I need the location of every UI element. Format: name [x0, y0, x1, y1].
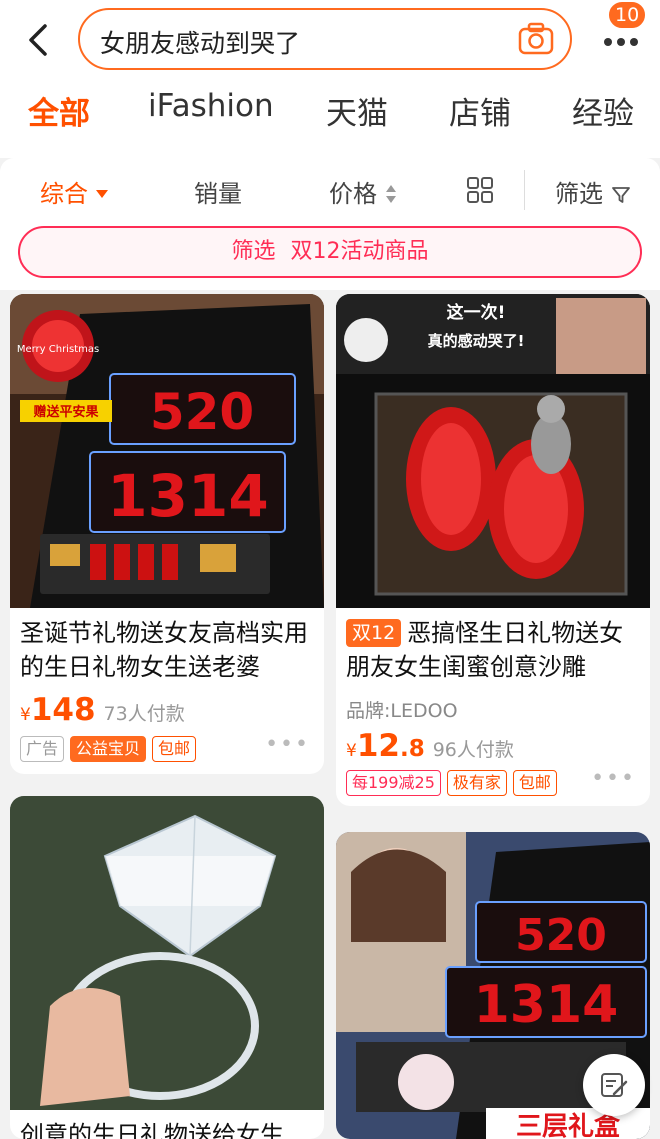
ad-tag: 广告: [20, 736, 65, 762]
promo-row: 筛选 双12活动商品: [0, 222, 660, 290]
promo-label: 双12活动商品: [290, 239, 429, 264]
jiyoujia-tag: 极有家: [446, 770, 507, 796]
filter-button[interactable]: 筛选: [555, 174, 631, 209]
svg-text:1314: 1314: [107, 462, 268, 530]
sort-comprehensive-label: 综合: [40, 180, 88, 208]
header: 女朋友感动到哭了 10 全部 iFashion 天猫 店铺 经验: [0, 0, 660, 158]
filter-funnel-icon: [611, 187, 630, 203]
charity-tag: 公益宝贝: [70, 736, 147, 762]
diamond-ring-image: [10, 796, 324, 1110]
price-decimal: .8: [399, 736, 425, 762]
price-value: 148: [30, 692, 96, 728]
tab-all[interactable]: 全部: [28, 88, 90, 133]
brand-label: 品牌:LEDOO: [346, 700, 458, 722]
sort-updown-icon: [385, 185, 396, 203]
search-query: 女朋友感动到哭了: [100, 29, 301, 58]
tab-shops[interactable]: 店铺: [449, 88, 511, 133]
sort-bar: 综合 销量 价格 筛选: [0, 158, 660, 222]
product-image[interactable]: [10, 796, 324, 1110]
product-image[interactable]: 520 1314 Merry Christmas 赠送平安果: [10, 294, 324, 608]
more-options-icon[interactable]: •••: [265, 732, 310, 757]
filter-label: 筛选: [555, 180, 603, 208]
camera-icon[interactable]: [518, 22, 554, 56]
product-title[interactable]: 创意的生日礼物送给女生: [20, 1118, 314, 1139]
search-input[interactable]: 女朋友感动到哭了: [78, 8, 572, 70]
feedback-button[interactable]: [583, 1054, 645, 1116]
product-card[interactable]: 这一次! 真的感动哭了! 双12 恶搞怪生日礼物送女朋友女生闺蜜创意沙雕 品牌:L…: [336, 294, 650, 806]
free-shipping-tag: 包邮: [152, 736, 197, 762]
sort-price-label: 价格: [329, 180, 377, 208]
image-text-once: 这一次!: [447, 302, 506, 323]
slippers-box-image: 这一次! 真的感动哭了!: [336, 294, 650, 608]
product-card[interactable]: 520 1314 Merry Christmas 赠送平安果 圣诞节礼物送女友高…: [10, 294, 324, 774]
edit-note-icon: [601, 1073, 628, 1097]
svg-text:520: 520: [515, 910, 607, 961]
grid-view-icon[interactable]: [466, 176, 494, 204]
tab-bar: 全部 iFashion 天猫 店铺 经验: [0, 84, 660, 144]
sort-price[interactable]: 价格: [329, 174, 397, 209]
product-title[interactable]: 圣诞节礼物送女友高档实用的生日礼物女生送老婆: [20, 616, 314, 684]
currency-symbol: ¥: [346, 741, 357, 761]
product-image[interactable]: 这一次! 真的感动哭了!: [336, 294, 650, 608]
sold-count: 96人付款: [432, 739, 514, 761]
tag-row: 每199减25 极有家 包邮: [346, 770, 563, 796]
price-row: ¥12.8 96人付款: [346, 728, 514, 764]
price-row: ¥148 73人付款: [20, 692, 185, 728]
promo-prefix: 筛选: [231, 239, 276, 264]
promo-filter-button[interactable]: 筛选 双12活动商品: [18, 226, 642, 278]
chevron-left-icon: [29, 24, 47, 56]
image-christmas-text: Merry Christmas: [17, 344, 99, 355]
price-value: 12: [356, 728, 400, 764]
free-shipping-tag: 包邮: [512, 770, 557, 796]
back-button[interactable]: [18, 18, 58, 62]
divider: [524, 170, 525, 210]
tab-tmall[interactable]: 天猫: [326, 88, 388, 133]
tab-ifashion[interactable]: iFashion: [148, 88, 274, 124]
more-options-icon[interactable]: •••: [591, 766, 636, 791]
product-card[interactable]: 创意的生日礼物送给女生: [10, 796, 324, 1139]
currency-symbol: ¥: [20, 705, 31, 725]
image-banner-text: 三层礼盒: [516, 1111, 621, 1139]
double12-tag: 双12: [346, 619, 402, 647]
image-badge-text: 赠送平安果: [33, 404, 98, 420]
gift-box-image: 520 1314 Merry Christmas 赠送平安果: [10, 294, 324, 608]
discount-tag: 每199减25: [346, 770, 441, 796]
notification-badge: 10: [607, 0, 648, 30]
product-title[interactable]: 双12 恶搞怪生日礼物送女朋友女生闺蜜创意沙雕: [346, 616, 640, 684]
svg-text:1314: 1314: [474, 975, 619, 1035]
tag-row: 广告 公益宝贝 包邮: [20, 736, 202, 762]
caret-down-icon: [95, 190, 108, 198]
image-text-cried: 真的感动哭了!: [428, 332, 525, 350]
sort-sales[interactable]: 销量: [194, 174, 242, 209]
sold-count: 73人付款: [103, 703, 185, 725]
sort-comprehensive[interactable]: 综合: [40, 174, 108, 209]
tab-experience[interactable]: 经验: [572, 88, 634, 133]
svg-text:520: 520: [150, 383, 254, 441]
